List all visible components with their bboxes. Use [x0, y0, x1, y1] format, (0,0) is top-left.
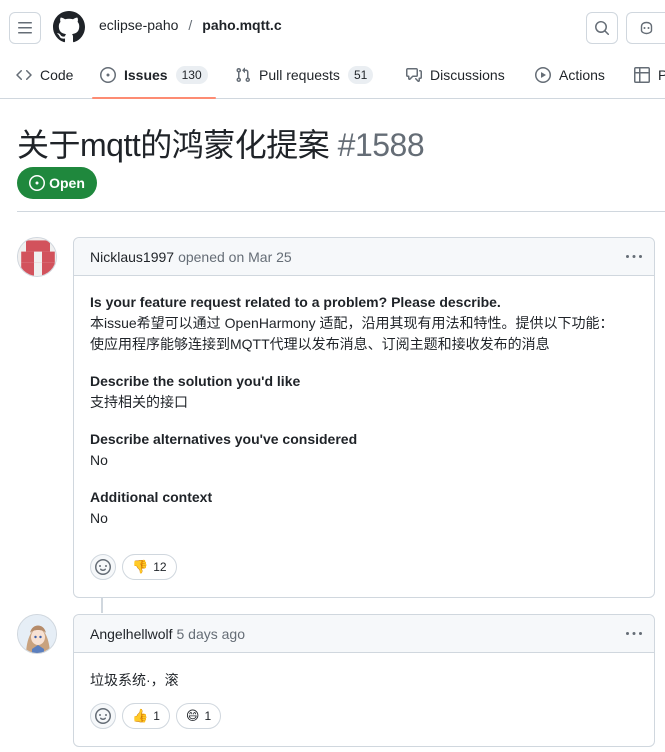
copilot-button[interactable]	[626, 12, 665, 44]
reaction-thumbs-up[interactable]: 👍 1	[122, 703, 170, 729]
smiley-icon	[95, 559, 111, 575]
identicon-avatar-icon	[18, 238, 56, 276]
comment-meta: opened on Mar 25	[178, 248, 292, 265]
comment-header: Nicklaus1997 opened on Mar 25	[74, 238, 654, 276]
comment-body: 垃圾系统·，滚	[74, 653, 654, 691]
laugh-icon: 😄	[185, 708, 200, 723]
issue-title: 关于mqtt的鸿蒙化提案 #1588	[17, 120, 425, 166]
header-divider	[17, 211, 665, 212]
git-pull-request-icon	[236, 67, 251, 83]
issue-state-badge: Open	[17, 167, 97, 199]
user-avatar-icon	[18, 615, 56, 653]
tab-pull-requests-label: Pull requests	[259, 67, 340, 83]
tab-projects[interactable]: P	[634, 52, 665, 98]
hamburger-icon	[18, 22, 32, 34]
repo-name-link[interactable]: paho.mqtt.c	[202, 17, 281, 33]
section-text: No	[90, 452, 108, 468]
section-heading: Is your feature request related to a pro…	[90, 294, 501, 310]
breadcrumb-separator: /	[188, 17, 193, 33]
comment-meta: 5 days ago	[176, 625, 246, 642]
issue-number: #1588	[337, 127, 425, 163]
section-heading: Additional context	[90, 489, 213, 505]
tab-actions-label: Actions	[559, 67, 605, 83]
reaction-laugh[interactable]: 😄 1	[175, 703, 222, 729]
thumbs-up-icon: 👍	[132, 708, 149, 723]
breadcrumb: eclipse-paho / paho.mqtt.c	[99, 17, 282, 33]
section-text: 支持相关的接口	[90, 394, 188, 410]
avatar[interactable]	[17, 237, 57, 277]
code-icon	[16, 69, 32, 81]
repo-owner-link[interactable]: eclipse-paho	[99, 17, 178, 33]
reaction-thumbs-down[interactable]: 👎 12	[122, 554, 177, 580]
comment-options-button[interactable]	[624, 624, 644, 644]
github-logo-icon[interactable]	[53, 11, 85, 43]
comment-discussion-icon	[406, 68, 422, 82]
reaction-count: 12	[153, 560, 167, 574]
tab-issues-label: Issues	[124, 67, 168, 83]
issue-opened-icon	[100, 67, 116, 83]
reply-comment: Angelhellwolf 5 days ago 垃圾系统·，滚 👍 1 😄 1	[73, 614, 655, 747]
reaction-count: 1	[204, 709, 212, 723]
issues-count-badge: 130	[175, 66, 208, 84]
issue-opened-icon	[29, 175, 46, 191]
kebab-horizontal-icon	[626, 632, 642, 635]
issue-state-label: Open	[49, 175, 85, 191]
tab-pull-requests[interactable]: Pull requests 51	[235, 52, 374, 98]
comment-author[interactable]: Angelhellwolf	[90, 626, 173, 642]
section-text: 使应用程序能够连接到MQTT代理以发布消息、订阅主题和接收发布的消息	[90, 336, 550, 352]
issue-title-text: 关于mqtt的鸿蒙化提案	[17, 127, 330, 163]
reactions-bar: 👍 1 😄 1	[74, 703, 237, 745]
avatar[interactable]	[17, 614, 57, 654]
section-text: No	[90, 510, 108, 526]
add-reaction-button[interactable]	[90, 703, 116, 729]
add-reaction-button[interactable]	[90, 554, 116, 580]
section-text: 本issue希望可以通过 OpenHarmony 适配，沿用其现有用法和特性。提…	[90, 315, 614, 331]
comment-header: Angelhellwolf 5 days ago	[74, 615, 654, 653]
search-icon	[595, 21, 610, 36]
comment-text: 垃圾系统·，滚	[90, 672, 179, 688]
reactions-bar: 👎 12	[74, 554, 193, 596]
section-heading: Describe the solution you'd like	[90, 373, 301, 389]
smiley-icon	[95, 708, 111, 724]
issue-body-comment: Nicklaus1997 opened on Mar 25 Is your fe…	[73, 237, 655, 598]
menu-button[interactable]	[9, 12, 41, 44]
section-heading: Describe alternatives you've considered	[90, 431, 358, 447]
comment-section: Additional context No	[90, 487, 638, 529]
comment-options-button[interactable]	[624, 247, 644, 267]
kebab-horizontal-icon	[626, 255, 642, 258]
comment-section: Describe alternatives you've considered …	[90, 429, 638, 471]
tab-discussions[interactable]: Discussions	[406, 52, 505, 98]
tab-issues[interactable]: Issues 130	[92, 52, 216, 99]
repo-nav-tabs: Code Issues 130 Pull requests 51 Discuss…	[0, 52, 665, 99]
pull-requests-count-badge: 51	[347, 66, 374, 84]
tab-code-label: Code	[40, 67, 74, 83]
comment-section: Is your feature request related to a pro…	[90, 292, 638, 355]
tab-discussions-label: Discussions	[430, 67, 505, 83]
copilot-icon	[640, 21, 653, 35]
table-icon	[634, 67, 650, 83]
tab-code[interactable]: Code	[16, 52, 73, 98]
top-header: eclipse-paho / paho.mqtt.c	[0, 0, 665, 52]
search-button[interactable]	[586, 12, 618, 44]
comment-section: Describe the solution you'd like 支持相关的接口	[90, 371, 638, 413]
comment-body: Is your feature request related to a pro…	[74, 276, 654, 529]
play-icon	[535, 67, 551, 83]
timeline-connector	[101, 597, 103, 613]
comment-author[interactable]: Nicklaus1997	[90, 249, 174, 265]
thumbs-down-icon: 👎	[132, 559, 149, 574]
reaction-count: 1	[153, 709, 160, 723]
tab-actions[interactable]: Actions	[535, 52, 605, 98]
tab-projects-label: P	[658, 67, 665, 83]
